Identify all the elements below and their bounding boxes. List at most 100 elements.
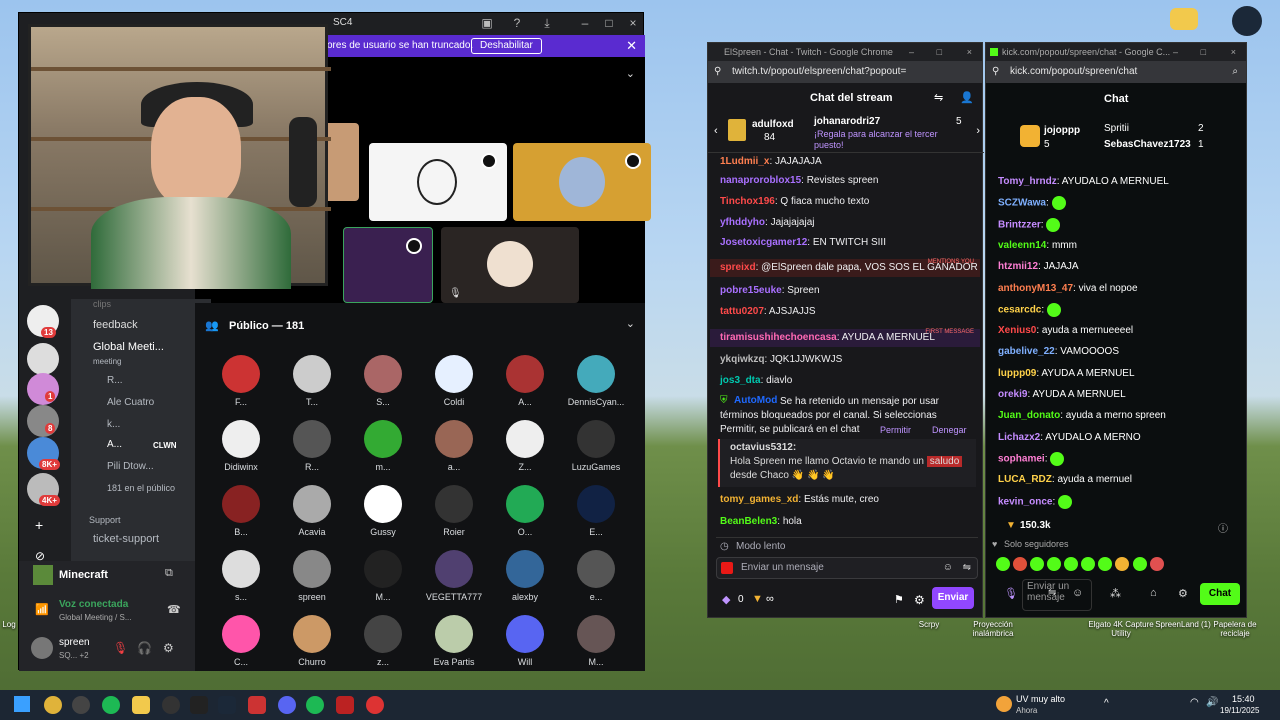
voice-user[interactable]: R...: [107, 375, 123, 386]
chat-username[interactable]: Tinchox196: [720, 196, 775, 207]
chat-username[interactable]: spreixd: [720, 262, 756, 273]
info-icon[interactable]: ⓘ: [1218, 520, 1228, 535]
channel-feedback[interactable]: feedback: [93, 319, 138, 331]
member-tile[interactable]: Coldi: [420, 355, 488, 407]
channel-points-icon[interactable]: ▼: [752, 593, 763, 605]
mic-icon[interactable]: 🎙: [1004, 587, 1018, 600]
chat-username[interactable]: tattu0207: [720, 306, 764, 317]
member-tile[interactable]: s...: [207, 550, 275, 602]
member-tile[interactable]: spreen: [278, 550, 346, 602]
emote-picker-icon[interactable]: ☺: [1072, 587, 1083, 599]
disconnect-icon[interactable]: ☎: [167, 603, 181, 616]
chat-username[interactable]: oreki9: [998, 389, 1027, 400]
twitch-url-bar[interactable]: ⚲ twitch.tv/popout/elspreen/chat?popout=: [708, 61, 982, 83]
minimize-icon[interactable]: –: [909, 43, 914, 61]
member-tile[interactable]: LuzuGames: [562, 420, 630, 472]
member-tile[interactable]: E...: [562, 485, 630, 537]
avatar[interactable]: [31, 637, 53, 659]
obs-icon[interactable]: [72, 696, 90, 714]
member-tile[interactable]: A...: [491, 355, 559, 407]
voice-user[interactable]: A...: [107, 439, 122, 450]
headphones-icon[interactable]: 🎧: [137, 641, 152, 655]
wifi-icon[interactable]: ◠: [1190, 697, 1199, 708]
leader3-name[interactable]: SebasChavez1723: [1104, 139, 1191, 150]
member-tile[interactable]: alexby: [491, 550, 559, 602]
member-tile[interactable]: VEGETTA777: [420, 550, 488, 602]
emote-icon[interactable]: [1030, 557, 1045, 571]
site-settings-icon[interactable]: ⚲: [992, 61, 999, 83]
inbox-icon[interactable]: ▣: [475, 13, 499, 33]
emote-icon[interactable]: [1098, 557, 1113, 571]
chat-username[interactable]: cesarcdc: [998, 304, 1041, 315]
spotify-icon[interactable]: [102, 696, 120, 714]
chat-username[interactable]: 1Ludmii_x: [720, 156, 769, 167]
close-icon[interactable]: ×: [967, 43, 972, 61]
windows-start-icon[interactable]: [14, 696, 30, 712]
chat-username[interactable]: LUCA_RDZ: [998, 474, 1052, 485]
stream-tile-dog[interactable]: 🎙: [441, 227, 579, 303]
chevron-right-icon[interactable]: ›: [976, 125, 980, 137]
chat-username[interactable]: jos3_dta: [720, 375, 761, 386]
server-icon[interactable]: [27, 373, 59, 405]
server-icon[interactable]: [27, 405, 59, 437]
member-tile[interactable]: Eva Partis: [420, 615, 488, 667]
rewards-icon[interactable]: ⚑: [894, 593, 904, 606]
chat-username[interactable]: yfhddyho: [720, 217, 765, 228]
weather-label[interactable]: UV muy alto: [1016, 694, 1065, 704]
app-icon[interactable]: [366, 696, 384, 714]
settings-gear-icon[interactable]: ⚙: [163, 641, 174, 655]
permit-button[interactable]: Permitir: [880, 425, 911, 435]
member-tile[interactable]: m...: [349, 420, 417, 472]
tray-chevron-icon[interactable]: ^: [1104, 698, 1109, 709]
emote-icon[interactable]: [1013, 557, 1028, 571]
chat-username[interactable]: anthonyM13_47: [998, 283, 1073, 294]
chat-username[interactable]: ykqiwkzq: [720, 354, 764, 365]
steam-icon[interactable]: [1232, 6, 1262, 36]
chat-username[interactable]: valeenn14: [998, 240, 1046, 251]
download-icon[interactable]: ⤓: [535, 13, 559, 33]
top-gifter-name[interactable]: adulfoxd: [752, 119, 794, 130]
member-tile[interactable]: F...: [207, 355, 275, 407]
stream-tile-avatar[interactable]: [513, 143, 651, 221]
member-tile[interactable]: a...: [420, 420, 488, 472]
voice-channel-global[interactable]: Global Meeti...: [93, 341, 164, 353]
member-tile[interactable]: M...: [562, 615, 630, 667]
translate-icon[interactable]: ⇋: [934, 91, 943, 104]
emote-icon[interactable]: [1047, 557, 1062, 571]
help-icon[interactable]: ?: [505, 13, 529, 33]
category-support[interactable]: Support: [89, 515, 121, 525]
member-tile[interactable]: O...: [491, 485, 559, 537]
chat-username[interactable]: BeanBelen3: [720, 516, 777, 527]
member-tile[interactable]: T...: [278, 355, 346, 407]
bits-icon[interactable]: ◆: [722, 593, 730, 606]
minimize-icon[interactable]: –: [573, 13, 597, 33]
chat-username[interactable]: Josetoxicgamer12: [720, 237, 807, 248]
activity-icon[interactable]: ⧉: [165, 567, 173, 580]
emote-icon[interactable]: [1132, 557, 1147, 571]
add-server-icon[interactable]: +: [35, 517, 43, 533]
chrome-icon[interactable]: [44, 696, 62, 714]
spotify-icon[interactable]: [306, 696, 324, 714]
notice-close-icon[interactable]: ✕: [626, 35, 637, 57]
voice-user[interactable]: Pili Dtow...: [107, 461, 154, 472]
maximize-icon[interactable]: □: [597, 13, 621, 33]
folder-icon[interactable]: [1170, 8, 1198, 30]
chat-username[interactable]: sophamei: [998, 454, 1045, 465]
member-tile[interactable]: DennisCyan...: [562, 355, 630, 407]
member-tile[interactable]: Gussy: [349, 485, 417, 537]
minimize-icon[interactable]: –: [1173, 43, 1178, 61]
chat-username[interactable]: Brintzzer: [998, 219, 1041, 230]
app-icon[interactable]: [190, 696, 208, 714]
zoom-icon[interactable]: ⌕: [1232, 61, 1238, 83]
member-tile[interactable]: C...: [207, 615, 275, 667]
send-button[interactable]: Enviar: [932, 587, 974, 609]
discord-icon[interactable]: [278, 696, 296, 714]
member-tile[interactable]: Didiwinx: [207, 420, 275, 472]
emote-icon[interactable]: ☺: [943, 558, 953, 578]
voice-connected-label[interactable]: Voz conectada: [59, 599, 128, 610]
emote-icon[interactable]: [1149, 557, 1164, 571]
emote-icon[interactable]: [1081, 557, 1096, 571]
kick-url-bar[interactable]: ⚲ kick.com/popout/spreen/chat ⌕: [986, 61, 1246, 83]
translate-icon[interactable]: ⇋: [963, 558, 971, 578]
app-icon[interactable]: [336, 696, 354, 714]
